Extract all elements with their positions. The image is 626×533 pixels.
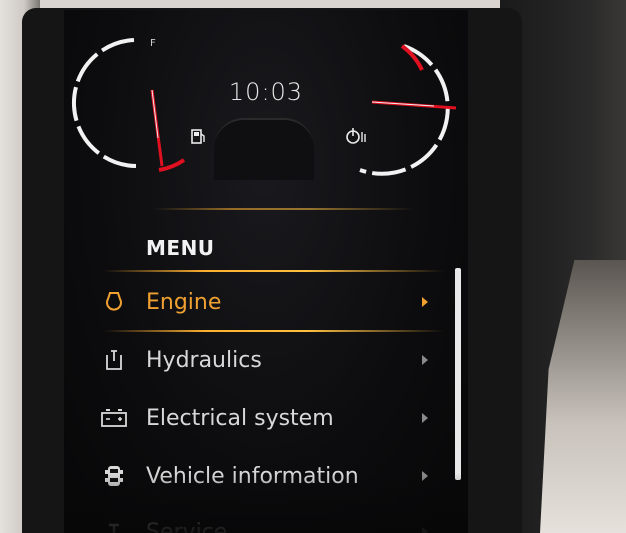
menu-item-label: Vehicle information xyxy=(146,463,359,489)
menu-item-electrical-system[interactable]: Electrical system xyxy=(64,392,444,444)
selection-bottom-divider xyxy=(104,330,444,332)
selection-top-divider xyxy=(104,270,444,272)
fuel-pump-icon xyxy=(191,129,205,144)
gauge-cluster: F xyxy=(72,38,457,176)
vehicle-icon xyxy=(94,465,134,487)
menu-item-label: Hydraulics xyxy=(146,347,262,373)
battery-icon xyxy=(94,409,134,427)
service-icon xyxy=(94,521,134,533)
menu-item-vehicle-information[interactable]: Vehicle information xyxy=(64,450,444,502)
menu-item-label: Service xyxy=(146,519,228,533)
display-screen: F 10:03 MENU Engine Hydraulics Electrica… xyxy=(64,10,468,533)
chevron-right-icon xyxy=(422,297,428,307)
menu-item-label: Engine xyxy=(146,289,222,315)
menu-title: MENU xyxy=(146,236,215,260)
header-divider xyxy=(154,208,414,210)
chevron-right-icon xyxy=(422,527,428,533)
chevron-right-icon xyxy=(422,355,428,365)
menu-item-service[interactable]: Service xyxy=(64,506,444,533)
hydraulics-icon xyxy=(94,349,134,371)
chevron-right-icon xyxy=(422,413,428,423)
fuel-full-label: F xyxy=(150,38,156,49)
engine-icon xyxy=(94,291,134,313)
chevron-right-icon xyxy=(422,471,428,481)
temp-gauge xyxy=(346,44,457,176)
engine-coolant-temp-icon xyxy=(346,128,366,144)
clock-display: 10:03 xyxy=(228,78,304,106)
scrollbar[interactable] xyxy=(455,268,461,480)
menu-item-hydraulics[interactable]: Hydraulics xyxy=(64,334,444,386)
menu-item-engine[interactable]: Engine xyxy=(64,276,444,328)
menu-item-label: Electrical system xyxy=(146,405,334,431)
gauge-bridge xyxy=(214,118,314,180)
